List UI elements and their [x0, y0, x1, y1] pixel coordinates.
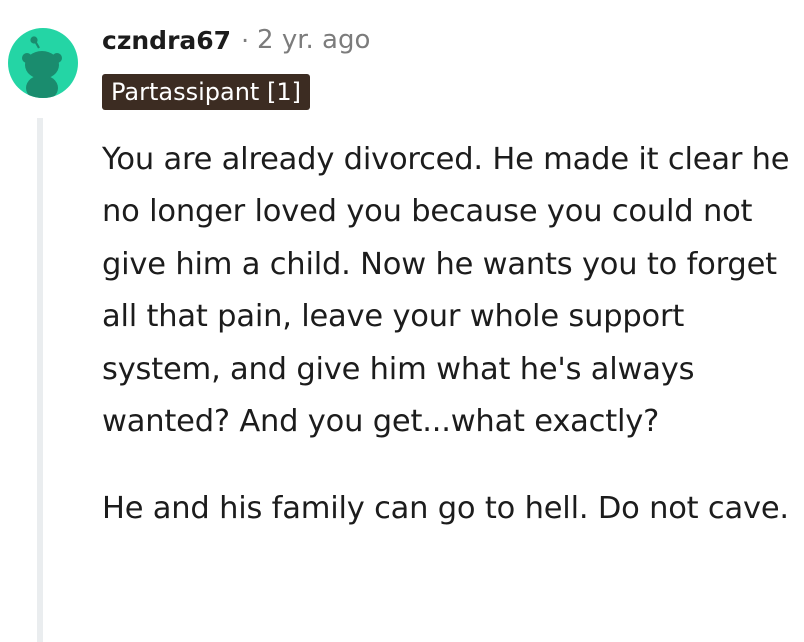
avatar[interactable]: [8, 28, 78, 98]
comment: czndra67 · 2 yr. ago Partassipant [1] Yo…: [0, 0, 804, 642]
author-username[interactable]: czndra67: [102, 26, 231, 55]
reddit-snoo-icon: [22, 36, 62, 98]
meta-separator: ·: [241, 25, 250, 55]
user-flair: Partassipant [1]: [102, 74, 310, 110]
comment-paragraph: You are already divorced. He made it cle…: [102, 142, 790, 440]
comment-body: You are already divorced. He made it cle…: [102, 134, 792, 536]
comment-header: czndra67 · 2 yr. ago: [102, 22, 370, 58]
thread-line[interactable]: [37, 118, 43, 642]
comment-paragraph: He and his family can go to hell. Do not…: [102, 491, 789, 527]
comment-timestamp[interactable]: 2 yr. ago: [257, 25, 370, 55]
